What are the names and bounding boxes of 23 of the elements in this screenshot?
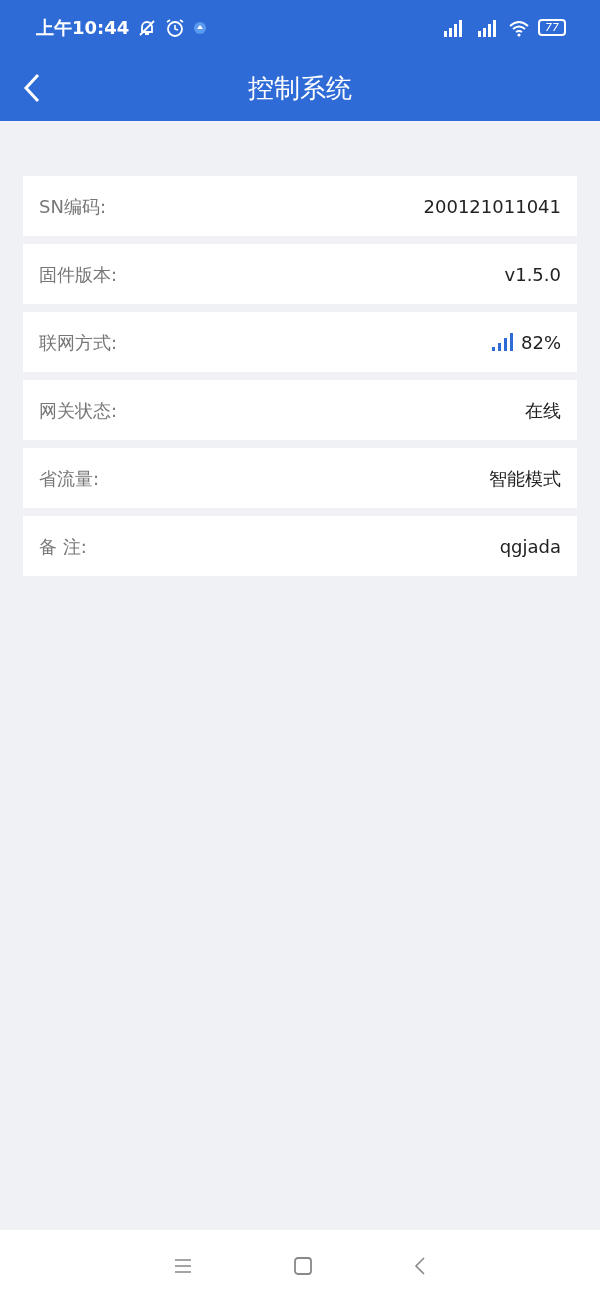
row-value: 82% — [521, 330, 561, 355]
back-icon[interactable] — [413, 1255, 427, 1276]
row-label: 省流量: — [39, 466, 100, 491]
muted-bell-icon — [137, 17, 158, 38]
row-label: 固件版本: — [39, 262, 118, 287]
battery-level: 77 — [538, 19, 566, 36]
app-notification-icon — [193, 20, 208, 35]
row-value: 200121011041 — [423, 194, 561, 219]
signal-strength-icon — [491, 332, 513, 352]
row-value: 在线 — [525, 398, 561, 423]
row-label: 网关状态: — [39, 398, 118, 423]
wifi-icon — [508, 18, 530, 37]
home-icon[interactable] — [293, 1255, 313, 1276]
row-value: v1.5.0 — [504, 262, 561, 287]
row-label: SN编码: — [39, 194, 106, 219]
row-label: 联网方式: — [39, 330, 118, 355]
alarm-clock-icon — [165, 17, 186, 38]
menu-icon[interactable] — [173, 1257, 193, 1274]
row-value: qgjada — [499, 534, 561, 559]
page-title: 控制系统 — [248, 71, 352, 105]
row-label: 备 注: — [39, 534, 87, 559]
row-value: 智能模式 — [489, 466, 561, 491]
status-time: 上午10:44 — [36, 16, 130, 40]
